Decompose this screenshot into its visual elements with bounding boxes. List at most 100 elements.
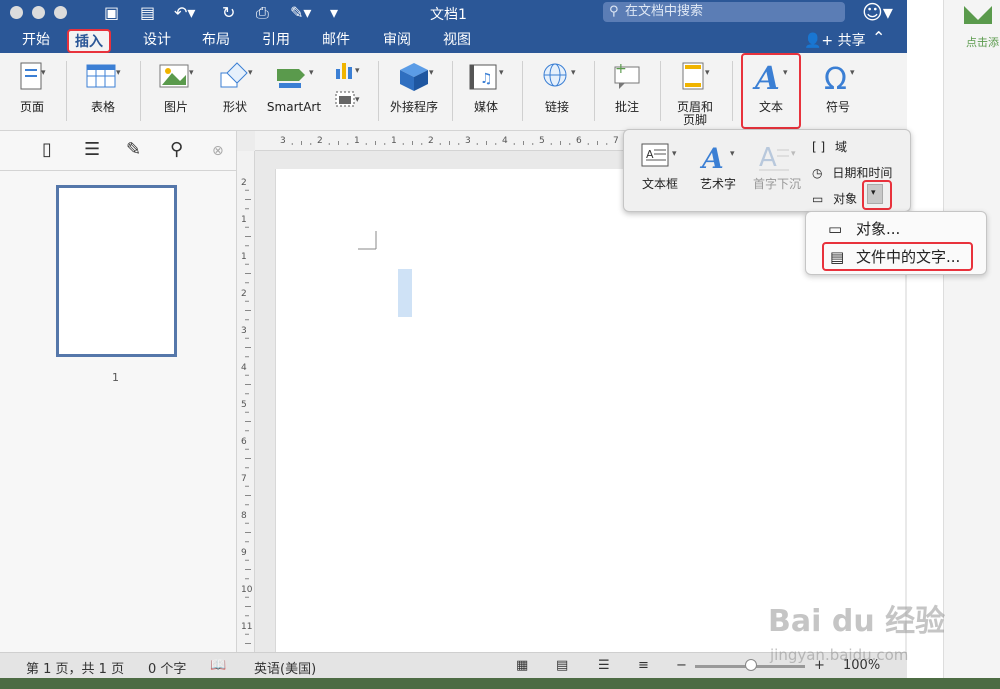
ribbon-separator [522,61,523,121]
tab-references[interactable]: 引用 [256,29,296,53]
shapes-button[interactable]: ▾ 形状 [212,59,258,114]
screenshot-icon[interactable]: ▾ [330,84,364,110]
symbol-button[interactable]: Ω ▾ 符号 [812,59,864,114]
dropcap-button[interactable]: A ▾ 首字下沉 [750,140,804,192]
close-pane-icon[interactable]: ⊗ [212,143,224,159]
picture-button[interactable]: ▾ 图片 [154,59,198,114]
media-icon: ♫ ▾ [469,64,504,90]
insert-ribbon: ▾ 页面 ▾ 表格 ▾ 图片 ▾ 形状 ▾ SmartArt ▾ ▾ ▾ 外接程… [0,53,907,131]
zoom-window-button[interactable] [54,6,67,19]
links-button[interactable]: ▾ 链接 [534,59,580,114]
page-thumbnail[interactable] [56,185,177,357]
outline-view-icon[interactable]: ☰ [598,658,610,673]
search-nav-icon[interactable]: ⚲ [170,139,183,160]
tab-review[interactable]: 审阅 [377,29,417,53]
menu-item-object[interactable]: ▭ 对象... [806,216,988,242]
share-button[interactable]: 👤+ 共享 [804,30,866,50]
ribbon-separator [66,61,67,121]
svg-text:▾: ▾ [355,95,360,105]
print-layout-icon[interactable]: ▦ [516,658,528,673]
svg-text:+: + [615,61,627,77]
collapse-ribbon-icon[interactable]: ⌃ [872,28,885,47]
feedback-smiley-icon[interactable]: ☺▾ [862,0,893,24]
vertical-ruler[interactable]: 21123456789101112 [237,151,255,681]
redo-icon[interactable]: ↻ [222,3,235,22]
header-footer-icon: ▾ [682,62,710,90]
ruler-tick-label: 4 [502,136,508,146]
table-button[interactable]: ▾ 表格 [80,59,126,114]
side-pane-add-label[interactable]: 点击添 [966,34,999,50]
language-status[interactable]: 英语(美国) [254,658,316,677]
side-pane: 点击添 [943,0,1000,678]
svg-text:▾: ▾ [850,68,855,78]
chart-button[interactable]: ▾ ▾ [330,59,364,113]
ruler-tick-label: 7 [241,474,247,484]
thumbnails-icon[interactable]: ▯ [42,139,52,160]
draft-view-icon[interactable]: ≡ [638,658,649,673]
svg-text:▾: ▾ [309,68,314,78]
svg-text:▾: ▾ [571,68,576,78]
shapes-label: 形状 [222,100,247,114]
window-gutter [907,0,943,678]
minimize-window-button[interactable] [32,6,45,19]
text-from-file-highlight [822,242,973,271]
ruler-tick-label: 3 [280,136,286,146]
zoom-slider-thumb[interactable] [745,659,757,671]
tab-design[interactable]: 设计 [137,29,177,53]
web-layout-icon[interactable]: ▤ [556,658,568,673]
undo-icon[interactable]: ↶▾ [174,3,195,22]
object-dropdown-highlight [862,180,892,210]
search-input[interactable]: ⚲ 在文档中搜索 [603,2,845,22]
edit-review-icon[interactable]: ✎ [126,139,141,160]
side-pane-icon [964,6,992,24]
symbol-label: 符号 [825,100,850,114]
tab-layout[interactable]: 布局 [196,29,236,53]
field-button[interactable]: [ ] 域 [812,138,847,155]
baidu-watermark-logo: Bai du 经验 [768,604,946,639]
addins-button[interactable]: ▾ 外接程序 [388,59,440,114]
smartart-label: SmartArt [266,100,322,114]
outline-list-icon[interactable]: ☰ [84,139,100,160]
edit-icon[interactable]: ✎▾ [290,3,311,22]
sidebar-toggle-icon[interactable]: ▣ [104,3,119,22]
ruler-tick-label: 2 [317,136,323,146]
field-icon: [ ] [812,140,826,154]
ruler-tick-label: 6 [576,136,582,146]
tab-home[interactable]: 开始 [16,29,56,53]
ruler-tick-label: 6 [241,437,247,447]
ruler-tick-label: 1 [241,215,247,225]
links-globe-icon: ▾ [543,63,576,87]
tab-view[interactable]: 视图 [437,29,477,53]
print-icon[interactable]: ⎙ [256,3,269,23]
customize-toolbar-icon[interactable]: ▾ [330,3,338,22]
zoom-out-icon[interactable]: − [676,658,687,673]
page-count-status[interactable]: 第 1 页，共 1 页 [26,658,124,677]
datetime-button[interactable]: ◷ 日期和时间 [812,164,892,181]
header-footer-button[interactable]: ▾ 页眉和 页脚 [670,59,720,127]
search-placeholder: 在文档中搜索 [625,4,704,19]
word-window: ▣ ▤ ↶▾ ↻ ⎙ ✎▾ ▾ 文档1 ⚲ 在文档中搜索 ☺▾ 开始 插入 设计… [0,0,941,689]
picture-icon: ▾ [159,64,194,88]
tab-insert[interactable]: 插入 [67,29,111,53]
close-window-button[interactable] [10,6,23,19]
page-button[interactable]: ▾ 页面 [12,59,52,114]
object-icon: ▭ [812,192,824,206]
comment-button[interactable]: + 批注 [606,59,648,114]
wordart-button[interactable]: A ▾ 艺术字 [694,140,742,192]
word-count-status[interactable]: 0 个字 [148,658,186,677]
table-icon: ▾ [86,64,121,88]
textbox-icon: A ▾ [641,143,677,167]
svg-text:A: A [759,143,777,172]
object-button[interactable]: ▭ 对象 [812,190,857,207]
tab-mailings[interactable]: 邮件 [316,29,356,53]
media-button[interactable]: ♫ ▾ 媒体 [464,59,508,114]
smartart-button[interactable]: ▾ SmartArt [264,59,324,114]
omega-icon: Ω ▾ [824,62,855,95]
ruler-tick-label: 1 [241,252,247,262]
object-label: 对象 [833,192,858,206]
media-label: 媒体 [473,100,498,114]
ribbon-separator [594,61,595,121]
textbox-button[interactable]: A ▾ 文本框 [636,140,684,192]
save-icon[interactable]: ▤ [140,3,155,22]
proofing-icon[interactable]: 📖 [210,658,226,673]
